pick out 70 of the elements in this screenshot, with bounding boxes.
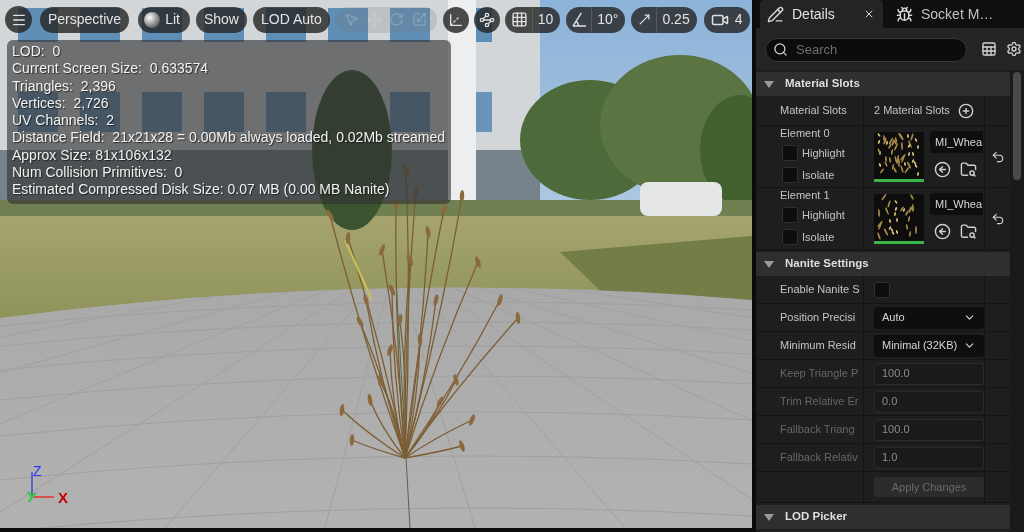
caret-icon[interactable] (764, 80, 774, 88)
property-label: Fallback Relativ (780, 450, 858, 466)
section-header[interactable]: LOD Picker (756, 505, 1010, 529)
property-label: Position Precisi (780, 310, 856, 326)
scrollbar-thumb[interactable] (1013, 72, 1021, 180)
checkbox[interactable] (782, 145, 798, 162)
scale-icon (411, 12, 427, 27)
material-field[interactable]: MI_Whea (930, 193, 983, 215)
angle-icon (572, 12, 588, 27)
panel-tab[interactable]: Socket M… (889, 0, 1017, 28)
caret-icon[interactable] (764, 260, 774, 268)
checkbox-label: Isolate (802, 167, 835, 183)
sphere-icon (144, 11, 161, 28)
slot-count: 2 Material Slots (874, 103, 950, 119)
add-icon[interactable] (957, 102, 974, 119)
close-icon[interactable] (863, 8, 875, 20)
material-thumbnail[interactable] (874, 131, 924, 182)
grid-icon (510, 11, 528, 28)
arrow-left-circle-icon[interactable] (934, 161, 951, 178)
property-label: Trim Relative Er (780, 394, 859, 410)
rotate-icon (389, 12, 405, 27)
undo-arrow-icon[interactable] (990, 149, 1005, 164)
folder-search-icon[interactable] (960, 223, 977, 240)
stats-line: Distance Field: 21x21x28 = 0.00Mb always loaded, 0.02Mb streamed (12, 129, 446, 147)
move-icon (366, 12, 382, 27)
stats-line: Current Screen Size: 0.633574 (12, 60, 210, 78)
table-icon[interactable] (981, 41, 997, 57)
checkbox-label: Isolate (802, 229, 835, 245)
search-icon (773, 42, 788, 57)
stats-line: Num Collision Primitives: 0 (12, 164, 184, 182)
settings-icon[interactable] (1006, 41, 1022, 57)
stats-line: Approx Size: 81x106x132 (12, 146, 173, 165)
dropdown[interactable]: Auto (874, 306, 984, 329)
section-header[interactable]: Nanite Settings (756, 252, 1010, 276)
checkbox[interactable] (782, 166, 798, 183)
checkbox[interactable] (874, 281, 890, 298)
pencil-icon (767, 5, 784, 23)
search-field[interactable]: Search (765, 37, 967, 62)
stats-line: Triangles: 2,396 (12, 77, 117, 95)
material-field[interactable]: MI_Whea (930, 131, 983, 153)
stats-line: Vertices: 2,726 (12, 94, 110, 113)
checkbox[interactable] (782, 207, 798, 224)
property-label: Fallback Triang (780, 422, 855, 438)
pointer-icon (344, 12, 360, 27)
caret-icon[interactable] (764, 513, 774, 521)
material-thumbnail[interactable] (874, 193, 924, 244)
z-axis-label: Z (33, 464, 42, 478)
element-label: Element 1 (780, 188, 831, 202)
bug-icon (896, 5, 913, 23)
axes-icon (447, 11, 464, 28)
element-label: Element 0 (780, 126, 831, 140)
stats-line: UV Channels: 2 (12, 112, 115, 130)
arrow-left-circle-icon[interactable] (934, 223, 951, 240)
diagonal-arrow-icon (637, 12, 653, 27)
folder-search-icon[interactable] (960, 161, 977, 178)
checkbox[interactable] (782, 228, 798, 245)
dropdown[interactable]: Minimal (32KB) (874, 334, 984, 357)
section-header[interactable]: Material Slots (756, 72, 1010, 96)
property-label: Keep Triangle P (780, 366, 859, 382)
waypoints-icon (478, 11, 495, 28)
property-label: Enable Nanite S (780, 282, 860, 298)
undo-arrow-icon[interactable] (990, 211, 1005, 226)
property-label: Minimum Resid (780, 338, 856, 354)
stats-line: LOD: 0 (12, 43, 62, 61)
panel-tab[interactable]: Details (760, 0, 883, 28)
checkbox-label: Highlight (802, 208, 845, 223)
stats-line: Estimated Compressed Disk Size: 0.07 MB (0.00 MB Nanite) (12, 181, 391, 199)
property-label: Material Slots (780, 103, 847, 119)
checkbox-label: Highlight (802, 146, 845, 161)
x-axis-label: X (58, 490, 68, 505)
